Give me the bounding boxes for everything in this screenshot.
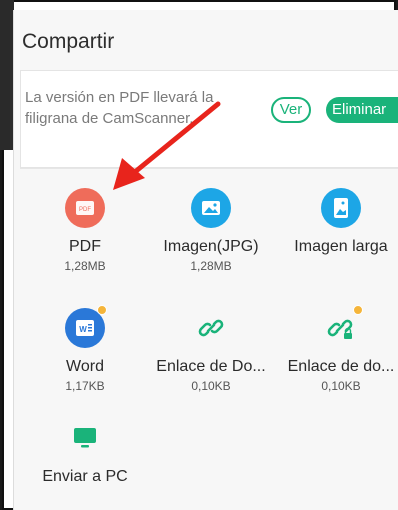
option-size: 0,10KB <box>191 379 231 393</box>
option-label: Enlace de do... <box>287 358 395 375</box>
option-label: PDF <box>69 238 101 255</box>
link-icon <box>191 308 231 348</box>
new-badge <box>353 305 363 315</box>
option-size: 1,17KB <box>65 379 105 393</box>
watermark-notice: La versión en PDF llevará la filigrana d… <box>25 89 214 127</box>
divider <box>20 168 398 169</box>
new-badge <box>97 305 107 315</box>
svg-text:PDF: PDF <box>79 207 91 213</box>
option-label: Imagen(JPG) <box>163 238 259 255</box>
pdf-icon: PDF <box>65 188 105 228</box>
option-size: 1,28MB <box>190 259 232 273</box>
secure-link-icon <box>321 305 363 348</box>
option-label: Enviar a PC <box>42 468 128 485</box>
share-option-secure-link[interactable]: Enlace de do... 0,10KB <box>276 305 398 393</box>
share-option-long-image[interactable]: Imagen larga <box>276 188 398 259</box>
option-label: Imagen larga <box>294 238 388 255</box>
option-size: 0,10KB <box>321 379 361 393</box>
share-option-pdf[interactable]: PDF PDF 1,28MB <box>20 188 150 273</box>
option-label: Enlace de Do... <box>156 358 266 375</box>
share-option-document-link[interactable]: Enlace de Do... 0,10KB <box>146 308 276 393</box>
svg-text:W: W <box>79 325 87 334</box>
view-button[interactable]: Ver <box>271 97 311 123</box>
share-option-jpg[interactable]: Imagen(JPG) 1,28MB <box>146 188 276 273</box>
share-sheet: Compartir La versión en PDF llevará la f… <box>13 10 398 510</box>
option-size: 1,28MB <box>64 259 106 273</box>
long-image-icon <box>321 188 361 228</box>
share-option-word[interactable]: W Word 1,17KB <box>20 305 150 393</box>
sheet-title: Compartir <box>22 30 115 53</box>
remove-watermark-button[interactable]: Eliminar <box>326 97 398 123</box>
background-strip <box>0 0 14 150</box>
image-icon <box>191 188 231 228</box>
word-icon: W <box>65 305 107 348</box>
option-label: Word <box>66 358 104 375</box>
monitor-icon <box>65 418 105 458</box>
share-option-send-to-pc[interactable]: Enviar a PC <box>20 418 150 486</box>
